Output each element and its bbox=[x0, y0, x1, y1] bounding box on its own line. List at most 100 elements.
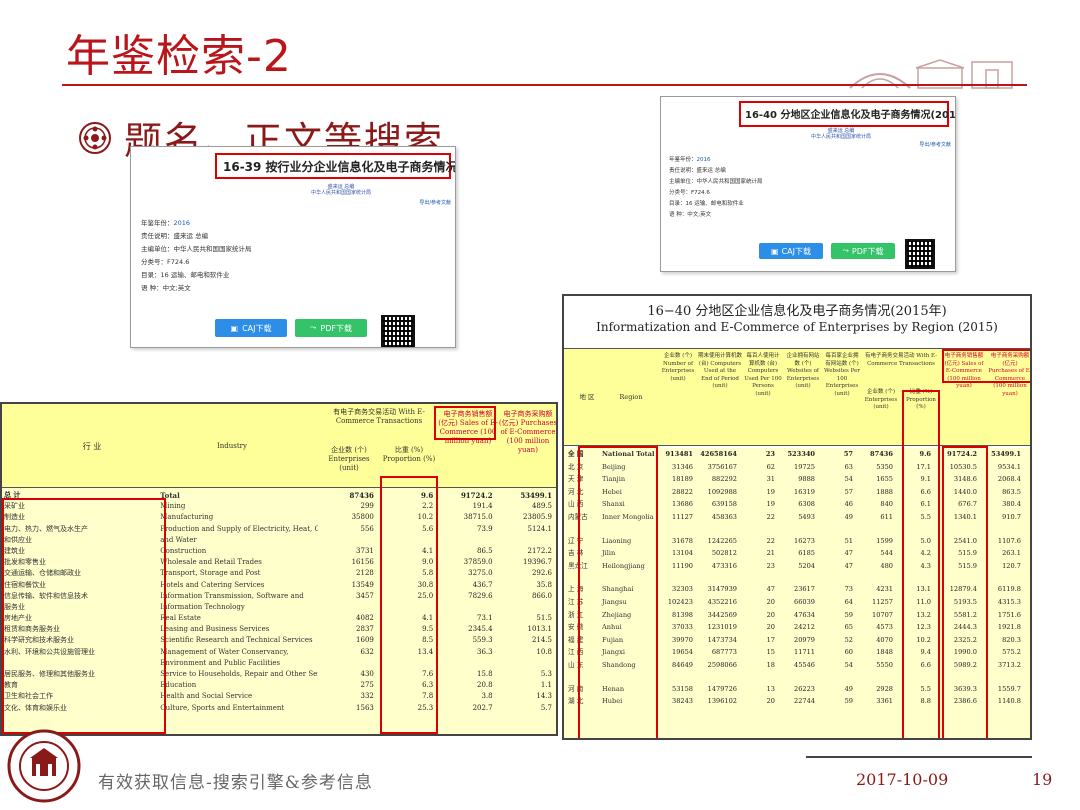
enterprises-cell: 430 bbox=[360, 670, 374, 678]
enterprises-cell: 13549 bbox=[351, 580, 374, 589]
region-value-cell: 51 bbox=[844, 536, 853, 545]
search-result-screenshot-region: 16-40 分地区企业信息化及电子商务情况(2015年) 盛来运 总编 中华人民… bbox=[660, 96, 956, 272]
region-value-cell: 31346 bbox=[672, 462, 693, 471]
region-value-cell: 24212 bbox=[794, 623, 815, 632]
enterprises-cell: 275 bbox=[360, 681, 374, 690]
region-value-cell: 22 bbox=[766, 512, 775, 521]
pdf-download-button[interactable]: ⤳ PDF下载 bbox=[831, 243, 895, 259]
pdf-icon: ⤳ bbox=[842, 246, 849, 255]
region-value-cell: 62 bbox=[766, 462, 775, 471]
region-value-cell: 47 bbox=[844, 549, 853, 558]
region-value-cell: 1396102 bbox=[707, 697, 737, 706]
region-value-cell: 57 bbox=[843, 450, 853, 458]
pdf-download-button[interactable]: ⤳ PDF下载 bbox=[295, 319, 367, 337]
region-value-cell: 1655 bbox=[876, 475, 893, 484]
enterprises-cell: 2837 bbox=[356, 625, 374, 634]
industry-name-en: Manufacturing bbox=[160, 513, 214, 522]
book-icon: ▣ bbox=[771, 246, 779, 256]
qr-code-icon bbox=[905, 239, 935, 269]
col-industry-en: Industry bbox=[217, 442, 247, 450]
footer-divider bbox=[806, 756, 1032, 758]
region-value-cell: 3756167 bbox=[707, 462, 737, 471]
qr-code-icon bbox=[381, 315, 415, 347]
region-value-cell: 11257 bbox=[872, 597, 893, 606]
meta-editor-unit: 主编单位：中华人民共和国国家统计局 bbox=[141, 245, 252, 253]
sales-cell: 3275.0 bbox=[468, 569, 493, 578]
enterprises-cell: 556 bbox=[360, 524, 374, 533]
region-value-cell: 73 bbox=[844, 585, 853, 594]
sales-cell: 91724.2 bbox=[460, 491, 493, 500]
region-value-cell: 13686 bbox=[672, 500, 693, 509]
region-value-cell: 5350 bbox=[876, 462, 893, 471]
region-value-cell: 23 bbox=[765, 450, 775, 458]
region-value-cell: 17 bbox=[766, 635, 775, 644]
caj-download-button[interactable]: ▣ CAJ下载 bbox=[215, 319, 287, 337]
purchases-cell: 5124.1 bbox=[527, 524, 552, 533]
industry-table-header: 行 业 Industry 有电子商务交易活动 With E-Commerce T… bbox=[2, 404, 556, 488]
industry-name-en: Environment and Public Facilities bbox=[160, 658, 281, 667]
region-value-cell: 1473734 bbox=[707, 635, 737, 644]
region-value-cell: 13104 bbox=[672, 549, 693, 558]
col-enterprises: 企业数 (个) Number of Enterprises (unit) bbox=[661, 353, 695, 382]
region-value-cell: 502812 bbox=[711, 549, 737, 558]
meta-language: 语 种：中文;英文 bbox=[669, 212, 712, 218]
region-value-cell: 81398 bbox=[672, 610, 693, 619]
purchases-cell: 1013.1 bbox=[527, 625, 552, 634]
col-ecom-enterprises: 企业数 (个) Enterprises (unit) bbox=[864, 389, 898, 410]
record-title[interactable]: 16-40 分地区企业信息化及电子商务情况(2015年) bbox=[745, 106, 955, 121]
col-computers-per-100: 每百人使用计算机数 (台) Computers Used Per 100 Per… bbox=[744, 353, 782, 397]
enterprises-cell: 35800 bbox=[351, 513, 374, 522]
sales-cell: 36.3 bbox=[477, 647, 493, 656]
sales-cell: 7829.6 bbox=[468, 591, 493, 600]
region-value-cell: 31678 bbox=[672, 536, 693, 545]
region-value-cell: 38243 bbox=[672, 697, 693, 706]
region-value-cell: 10707 bbox=[872, 610, 893, 619]
purchases-cell: 10.8 bbox=[536, 647, 552, 656]
purchases-cell: 292.6 bbox=[531, 569, 552, 578]
university-seal-logo bbox=[7, 729, 81, 803]
region-value-cell: 882292 bbox=[711, 475, 737, 484]
region-value-cell: 523340 bbox=[787, 450, 815, 458]
industry-name-en: Management of Water Conservancy, bbox=[160, 647, 289, 656]
enterprises-cell: 632 bbox=[360, 647, 374, 656]
region-value-cell: 46 bbox=[844, 500, 853, 509]
purchases-cell: 866.0 bbox=[531, 591, 552, 600]
region-value-cell: 66039 bbox=[794, 597, 815, 606]
region-value-cell: 59 bbox=[844, 610, 853, 619]
region-value-cell: 52 bbox=[844, 635, 853, 644]
proportion-column-highlight bbox=[380, 476, 438, 734]
region-value-cell: 19654 bbox=[672, 648, 693, 657]
region-value-cell: 21 bbox=[766, 549, 775, 558]
industry-name-en: Health and Social Service bbox=[160, 692, 253, 701]
enterprises-cell: 1609 bbox=[356, 636, 374, 645]
proportion-column-highlight bbox=[902, 390, 940, 738]
industry-name-en: Transport, Storage and Post bbox=[160, 569, 261, 578]
enterprises-cell: 3457 bbox=[356, 591, 374, 600]
col-proportion: 比重 (%) Proportion (%) bbox=[382, 446, 436, 463]
caj-download-button[interactable]: ▣ CAJ下载 bbox=[759, 243, 823, 259]
region-value-cell: 4231 bbox=[876, 585, 893, 594]
sales-cell: 3.8 bbox=[481, 692, 493, 701]
region-table-header: 地 区 Region 企业数 (个) Number of Enterprises… bbox=[564, 348, 1030, 446]
industry-name-highlight bbox=[2, 498, 166, 734]
purchases-cell: 23805.9 bbox=[523, 513, 552, 522]
purchases-cell: 489.5 bbox=[531, 502, 552, 511]
region-value-cell: 18 bbox=[766, 660, 775, 669]
region-value-cell: 23 bbox=[766, 561, 775, 570]
region-value-cell: 20 bbox=[766, 697, 775, 706]
industry-table: 行 业 Industry 有电子商务交易活动 With E-Commerce T… bbox=[0, 402, 558, 736]
region-value-cell: 639158 bbox=[711, 500, 737, 509]
purchases-cell: 5.3 bbox=[540, 670, 552, 678]
region-name-highlight bbox=[578, 446, 658, 738]
region-value-cell: 16319 bbox=[794, 487, 815, 496]
industry-name-en: Hotels and Catering Services bbox=[160, 580, 265, 589]
export-reference-link[interactable]: 导出/参考文献 bbox=[919, 141, 951, 148]
export-reference-link[interactable]: 导出/参考文献 bbox=[419, 199, 451, 206]
purchases-cell: 14.3 bbox=[536, 692, 552, 701]
purchases-cell: 35.8 bbox=[536, 580, 552, 589]
sales-cell: 2345.4 bbox=[468, 625, 493, 634]
region-value-cell: 11127 bbox=[672, 512, 693, 521]
record-title[interactable]: 16-39 按行业分企业信息化及电子商务情况(2015年) bbox=[223, 158, 455, 175]
sales-cell: 202.7 bbox=[472, 703, 493, 712]
record-metadata: 年鉴年份：2016 责任说明：盛来运 总编 主编单位：中华人民共和国国家统计局 … bbox=[141, 217, 252, 295]
